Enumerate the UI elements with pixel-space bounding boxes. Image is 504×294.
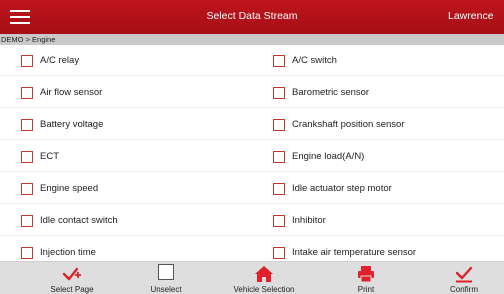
item-label: Intake air temperature sensor (292, 247, 417, 258)
list-row: Battery voltage Crankshaft position sens… (0, 109, 504, 140)
checkmark-plus-icon (62, 267, 81, 281)
breadcrumb: DEMO > Engine (0, 34, 504, 45)
vehicle-selection-label: Vehicle Selection (233, 285, 295, 294)
checkbox[interactable] (21, 246, 33, 259)
checkbox[interactable] (273, 246, 285, 259)
unselect-label: Unselect (150, 285, 182, 294)
item-label: Barometric sensor (292, 87, 370, 98)
unselect-button[interactable]: Unselect (125, 262, 207, 294)
print-label: Print (357, 285, 375, 294)
item-label: Battery voltage (40, 119, 104, 130)
checkbox[interactable] (273, 182, 285, 195)
item-label: Crankshaft position sensor (292, 119, 405, 130)
list-item[interactable]: Idle contact switch (21, 205, 251, 236)
list-item[interactable]: ECT (21, 141, 251, 172)
select-page-label: Select Page (50, 285, 94, 294)
list-row: Idle contact switch Inhibitor (0, 205, 504, 236)
list-item[interactable]: Inhibitor (273, 205, 504, 236)
bottom-toolbar: Select Page Unselect Vehicle Selection P… (0, 261, 504, 294)
checkbox[interactable] (273, 214, 285, 227)
list-row: Engine speed Idle actuator step motor (0, 173, 504, 204)
confirm-button[interactable]: Confirm (424, 262, 504, 294)
checkbox[interactable] (273, 54, 285, 67)
select-page-button[interactable]: Select Page (24, 262, 120, 294)
list-item[interactable]: Battery voltage (21, 109, 251, 140)
checkbox[interactable] (273, 118, 285, 131)
print-button[interactable]: Print (326, 262, 406, 294)
item-label: A/C relay (40, 55, 80, 66)
item-label: Engine speed (40, 183, 99, 194)
user-name[interactable]: Lawrence (448, 10, 494, 22)
printer-icon (358, 266, 374, 283)
list-item[interactable]: Barometric sensor (273, 77, 504, 108)
page-title: Select Data Stream (206, 10, 298, 22)
list-item[interactable]: Engine speed (21, 173, 251, 204)
confirm-label: Confirm (449, 285, 478, 294)
data-stream-list: A/C relay A/C switch Air flow sensor Bar… (0, 45, 504, 268)
checkbox[interactable] (21, 118, 33, 131)
app-window: Select Data Stream Lawrence DEMO > Engin… (0, 0, 504, 294)
item-label: Air flow sensor (40, 87, 103, 98)
unchecked-box-icon (158, 264, 174, 280)
checkbox[interactable] (21, 214, 33, 227)
list-row: A/C relay A/C switch (0, 45, 504, 76)
checkmark-icon (455, 266, 473, 283)
checkbox[interactable] (21, 54, 33, 67)
item-label: Idle contact switch (40, 215, 118, 226)
list-row: ECT Engine load(A/N) (0, 141, 504, 172)
checkbox[interactable] (21, 86, 33, 99)
list-item[interactable]: A/C switch (273, 45, 504, 76)
list-item[interactable]: Air flow sensor (21, 77, 251, 108)
item-label: Idle actuator step motor (292, 183, 392, 194)
vehicle-selection-button[interactable]: Vehicle Selection (219, 262, 309, 294)
list-item[interactable]: Idle actuator step motor (273, 173, 504, 204)
home-icon (255, 266, 273, 282)
checkbox[interactable] (273, 86, 285, 99)
list-item[interactable]: Engine load(A/N) (273, 141, 504, 172)
checkbox[interactable] (21, 150, 33, 163)
list-row: Air flow sensor Barometric sensor (0, 77, 504, 108)
item-label: Engine load(A/N) (292, 151, 365, 162)
item-label: Inhibitor (292, 215, 326, 226)
checkbox[interactable] (273, 150, 285, 163)
checkbox[interactable] (21, 182, 33, 195)
list-item[interactable]: A/C relay (21, 45, 251, 76)
item-label: A/C switch (292, 55, 337, 66)
item-label: ECT (40, 151, 59, 162)
item-label: Injection time (40, 247, 96, 258)
list-item[interactable]: Crankshaft position sensor (273, 109, 504, 140)
title-bar: Select Data Stream Lawrence (0, 0, 504, 34)
